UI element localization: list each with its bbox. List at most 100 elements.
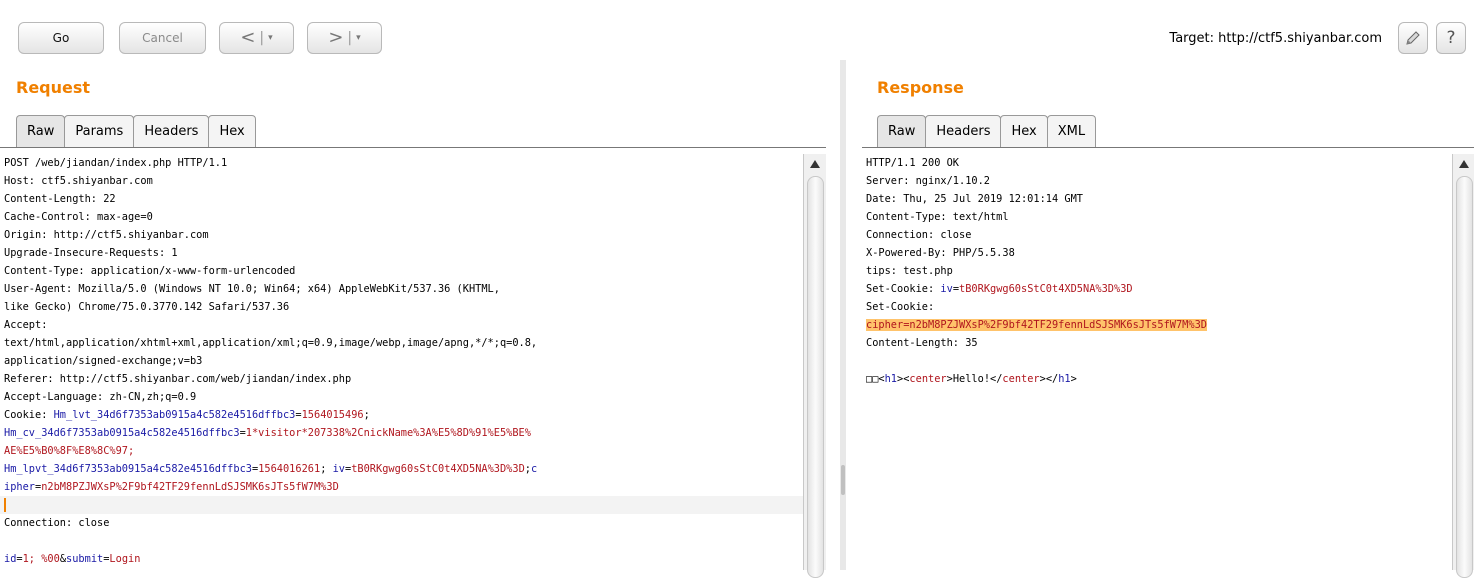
- go-button[interactable]: Go: [18, 22, 104, 54]
- request-tabs: Raw Params Headers Hex: [16, 115, 256, 147]
- code-line: Cache-Control: max-age=0: [0, 208, 803, 226]
- code-token: AE%E5%B0%8F%E8%8C%97;: [4, 445, 135, 457]
- code-token: 1*visitor*207338%2CnickName%3A%E5%8D%91%…: [245, 427, 531, 439]
- code-line: X-Powered-By: PHP/5.5.38: [862, 244, 1452, 262]
- back-arrow-icon: <: [240, 27, 256, 48]
- pane-divider[interactable]: [840, 60, 846, 570]
- response-scrollbar[interactable]: [1452, 154, 1474, 578]
- tab-headers[interactable]: Headers: [133, 115, 210, 147]
- code-line: Origin: http://ctf5.shiyanbar.com: [0, 226, 803, 244]
- code-token: like Gecko) Chrome/75.0.3770.142 Safari/…: [4, 301, 290, 313]
- scroll-up-icon[interactable]: [1459, 160, 1469, 168]
- tab-headers[interactable]: Headers: [925, 115, 1002, 147]
- code-line: application/signed-exchange;v=b3: [0, 352, 803, 370]
- code-token: tips: test.php: [866, 265, 953, 277]
- tab-xml[interactable]: XML: [1046, 115, 1097, 147]
- code-line: Content-Type: text/html: [862, 208, 1452, 226]
- cancel-label: Cancel: [142, 31, 183, 45]
- edit-target-button[interactable]: [1398, 22, 1428, 54]
- code-line: Content-Length: 35: [862, 334, 1452, 352]
- tab-hex[interactable]: Hex: [1000, 115, 1048, 147]
- code-token: 1; %00: [22, 553, 60, 565]
- code-token: Cache-Control: max-age=0: [4, 211, 153, 223]
- code-token: Login: [109, 553, 141, 565]
- code-line: Content-Length: 22: [0, 190, 803, 208]
- target-label: Target: http://ctf5.shiyanbar.com: [1169, 31, 1382, 46]
- forward-button[interactable]: > | ▾: [307, 22, 382, 54]
- code-line: Date: Thu, 25 Jul 2019 12:01:14 GMT: [862, 190, 1452, 208]
- code-line: Set-Cookie: iv=tB0RKgwg60sStC0t4XD5NA%3D…: [862, 280, 1452, 298]
- code-token: tB0RKgwg60sStC0t4XD5NA%3D%3D: [351, 463, 525, 475]
- code-line: [0, 496, 803, 514]
- code-token: Content-Length: 22: [4, 193, 116, 205]
- go-label: Go: [52, 31, 70, 45]
- code-token: Date: Thu, 25 Jul 2019 12:01:14 GMT: [866, 193, 1083, 205]
- code-line: Upgrade-Insecure-Requests: 1: [0, 244, 803, 262]
- code-token: POST /web/jiandan/index.php HTTP/1.1: [4, 157, 228, 169]
- response-tab-underline: [862, 147, 1474, 148]
- code-token: Connection: close: [4, 517, 110, 529]
- tab-raw[interactable]: Raw: [16, 115, 66, 147]
- cancel-button[interactable]: Cancel: [119, 22, 206, 54]
- code-token: Content-Type: application/x-www-form-url…: [4, 265, 296, 277]
- code-token: Hm_cv_34d6f7353ab0915a4c582e4516dffbc3: [4, 427, 240, 439]
- code-line: Accept:: [0, 316, 803, 334]
- code-token: Referer: http://ctf5.shiyanbar.com/web/j…: [4, 373, 352, 385]
- code-token: User-Agent: Mozilla/5.0 (Windows NT 10.0…: [4, 283, 500, 295]
- code-token: Content-Length: 35: [866, 337, 978, 349]
- code-token: Accept:: [4, 319, 48, 331]
- back-dropdown-icon[interactable]: ▾: [268, 33, 273, 43]
- request-scrollbar[interactable]: [803, 154, 826, 578]
- code-line: HTTP/1.1 200 OK: [862, 154, 1452, 172]
- code-token: tB0RKgwg60sStC0t4XD5NA%3D%3D: [959, 283, 1133, 295]
- text-caret: [4, 498, 6, 512]
- divider-grip[interactable]: [841, 465, 845, 495]
- code-line: id=1; %00&submit=Login: [0, 550, 803, 568]
- pencil-icon: [1406, 31, 1420, 45]
- scroll-thumb[interactable]: [807, 176, 824, 578]
- response-title: Response: [877, 78, 964, 97]
- code-token: Server: nginx/1.10.2: [866, 175, 990, 187]
- response-editor[interactable]: HTTP/1.1 200 OK Server: nginx/1.10.2 Date:…: [862, 154, 1452, 570]
- code-token: Hm_lpvt_34d6f7353ab0915a4c582e4516dffbc3: [4, 463, 252, 475]
- help-button[interactable]: ?: [1436, 22, 1466, 54]
- code-token: Set-Cookie:: [866, 283, 941, 295]
- button-separator: |: [259, 30, 265, 46]
- code-token: center: [1002, 373, 1040, 385]
- code-token: text/html,application/xhtml+xml,applicat…: [4, 337, 538, 349]
- code-token: submit: [66, 553, 104, 565]
- code-token: Accept-Language: zh-CN,zh;q=0.9: [4, 391, 197, 403]
- code-token: ;: [320, 463, 333, 475]
- code-token: >Hello!</: [946, 373, 1003, 385]
- code-line: Server: nginx/1.10.2: [862, 172, 1452, 190]
- request-title: Request: [16, 78, 91, 97]
- code-line: Hm_lpvt_34d6f7353ab0915a4c582e4516dffbc3…: [0, 460, 803, 478]
- code-token: >: [1070, 373, 1077, 385]
- code-token: center: [909, 373, 947, 385]
- code-line: Accept-Language: zh-CN,zh;q=0.9: [0, 388, 803, 406]
- back-button[interactable]: < | ▾: [219, 22, 294, 54]
- code-token: Upgrade-Insecure-Requests: 1: [4, 247, 178, 259]
- code-token: iv: [940, 283, 953, 295]
- code-token: =n2bM8PZJWXsP%2F9bf42TF29fennLdSJSMK6sJT…: [903, 319, 1207, 331]
- code-line: Host: ctf5.shiyanbar.com: [0, 172, 803, 190]
- forward-dropdown-icon[interactable]: ▾: [356, 33, 361, 43]
- code-line: Cookie: Hm_lvt_34d6f7353ab0915a4c582e451…: [0, 406, 803, 424]
- toolbar: Go Cancel < | ▾ > | ▾ Target: http://ctf…: [0, 0, 1474, 62]
- scroll-up-icon[interactable]: [810, 160, 820, 168]
- code-token: h1: [884, 373, 898, 385]
- tab-raw[interactable]: Raw: [877, 115, 927, 147]
- response-tabs: Raw Headers Hex XML: [877, 115, 1097, 147]
- scroll-thumb[interactable]: [1456, 176, 1473, 578]
- request-editor[interactable]: POST /web/jiandan/index.php HTTP/1.1 Host…: [0, 154, 803, 570]
- tab-params[interactable]: Params: [64, 115, 135, 147]
- code-line: □□<h1><center>Hello!</center></h1>: [862, 370, 1452, 388]
- code-token: X-Powered-By: PHP/5.5.38: [866, 247, 1015, 259]
- code-token: Cookie:: [4, 409, 54, 421]
- tab-hex[interactable]: Hex: [208, 115, 256, 147]
- code-token: Set-Cookie:: [866, 301, 935, 313]
- request-tab-underline: [0, 147, 826, 148]
- button-separator: |: [347, 30, 353, 46]
- code-token: Host: ctf5.shiyanbar.com: [4, 175, 153, 187]
